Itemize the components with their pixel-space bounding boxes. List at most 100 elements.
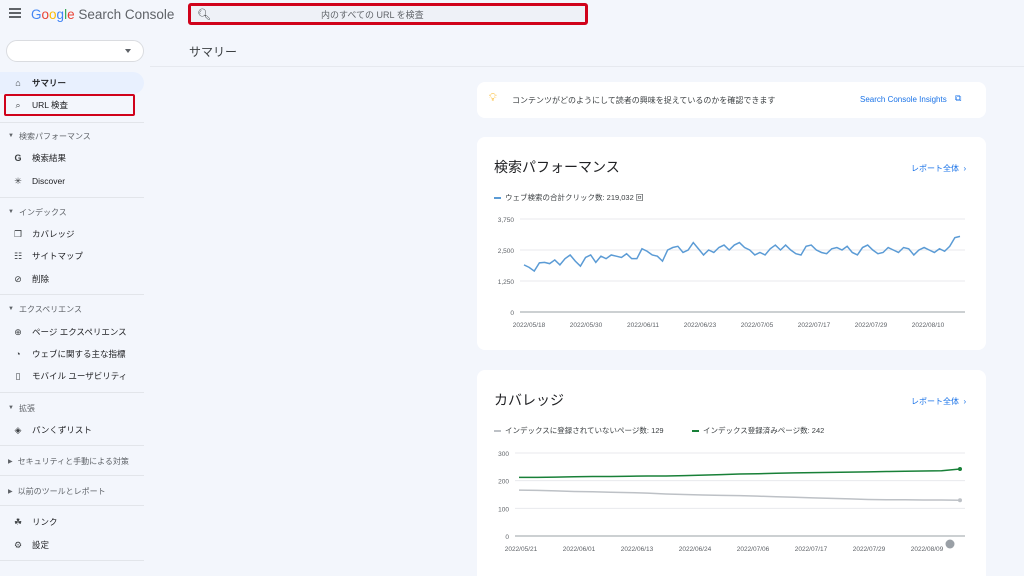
- collapse-arrow-icon: ▼: [8, 306, 14, 312]
- section-title: 検索パフォーマンス: [18, 131, 91, 141]
- pages-icon: ❐: [13, 228, 23, 239]
- x-tick-label: 2022/06/13: [621, 546, 654, 553]
- sidebar-item-url-inspection[interactable]: ⌕ URL 検査: [4, 94, 135, 116]
- x-tick-label: 2022/06/24: [679, 546, 712, 553]
- x-tick-label: 2022/06/11: [627, 322, 659, 329]
- y-tick-label: 300: [498, 451, 509, 458]
- y-tick-label: 1,250: [498, 279, 515, 286]
- x-tick-label: 2022/07/17: [795, 546, 828, 553]
- sidebar-item-label: ページ エクスペリエンス: [32, 327, 127, 337]
- section-legacy-tools[interactable]: ▶ 以前のツールとレポート: [0, 482, 144, 500]
- home-icon: ⌂: [15, 78, 21, 88]
- sidebar-item-page-experience[interactable]: ⊕ ページ エクスペリエンス: [0, 321, 144, 343]
- section-title: エクスペリエンス: [18, 304, 82, 314]
- performance-chart: 3,750 2,500 1,250 0 2022/05/18 2022/05/30 2022…: [498, 217, 965, 329]
- x-tick-label: 2022/07/05: [741, 322, 774, 329]
- property-selector[interactable]: [6, 40, 144, 62]
- gear-icon: ⚙: [13, 539, 23, 550]
- section-title: 拡張: [18, 403, 35, 413]
- section-enhancements[interactable]: ▼ 拡張: [0, 399, 144, 417]
- series-line: [518, 489, 961, 502]
- speed-icon: ◔: [15, 349, 21, 359]
- sidebar-item-label: パンくずリスト: [32, 425, 92, 435]
- collapse-arrow-icon: ▼: [8, 133, 14, 139]
- x-tick-label: 2022/05/30: [570, 322, 603, 329]
- series-end-point: [958, 467, 962, 472]
- asterisk-icon: ✳: [14, 175, 22, 186]
- x-tick-label: 2022/05/21: [505, 546, 538, 553]
- page-title: サマリー: [189, 45, 238, 59]
- insights-text: コンテンツがどのようにして読者の興味を捉えているのかを確認できます: [512, 96, 776, 105]
- section-security[interactable]: ▶ セキュリティと手動による対策: [0, 452, 144, 470]
- expand-arrow-icon: ▶: [8, 458, 13, 465]
- hamburger-menu-icon[interactable]: [9, 8, 21, 18]
- sidebar-item-label: カバレッジ: [32, 229, 75, 239]
- section-search-performance[interactable]: ▼ 検索パフォーマンス: [0, 127, 144, 145]
- x-tick-label: 2022/05/18: [513, 322, 546, 329]
- sidebar-item-settings[interactable]: ⚙ 設定: [0, 534, 144, 556]
- annotation-marker-icon: [945, 539, 955, 549]
- coverage-chart: 300 200 100 0 2022/05/21 2022/06/01 2022/06/13…: [498, 451, 965, 553]
- section-title: 以前のツールとレポート: [17, 486, 106, 496]
- search-icon: 🔍︎: [197, 9, 211, 21]
- sidebar-item-discover[interactable]: ✳ Discover: [0, 170, 144, 192]
- collapse-arrow-icon: ▼: [8, 209, 14, 215]
- coverage-card: カバレッジ レポート全体 › インデックスに登録されていないページ数: 129 …: [477, 370, 986, 576]
- sitemap-icon: ☷: [13, 250, 23, 261]
- network-icon: ☘: [13, 516, 23, 527]
- plus-circle-icon: ⊕: [14, 326, 22, 337]
- x-tick-label: 2022/08/10: [912, 322, 945, 329]
- sidebar-item-label: ウェブに関する主な指標: [32, 349, 126, 359]
- phone-icon: ▯: [15, 370, 21, 381]
- app-logo[interactable]: Google Search Console: [31, 7, 174, 22]
- sidebar-item-label: リンク: [32, 517, 58, 527]
- sidebar-item-label: モバイル ユーザビリティ: [32, 371, 128, 381]
- sidebar: ⌂ サマリー ⌕ URL 検査 ▼ 検索パフォーマンス G 検索結果 ✳ Dis…: [0, 30, 150, 576]
- sidebar-item-search-results[interactable]: G 検索結果: [0, 147, 144, 169]
- x-tick-label: 2022/06/01: [563, 546, 596, 553]
- search-placeholder: 内のすべての URL を検査: [321, 10, 424, 20]
- expand-arrow-icon: ▶: [8, 488, 13, 495]
- sidebar-item-sitemaps[interactable]: ☷ サイトマップ: [0, 245, 144, 267]
- sidebar-item-links[interactable]: ☘ リンク: [0, 511, 144, 533]
- external-link-icon[interactable]: ⧉: [955, 93, 961, 104]
- sidebar-item-mobile-usability[interactable]: ▯ モバイル ユーザビリティ: [0, 365, 144, 387]
- eye-off-icon: ⊘: [14, 273, 22, 284]
- y-tick-label: 2,500: [498, 248, 515, 255]
- sidebar-item-breadcrumbs[interactable]: ◈ パンくずリスト: [0, 419, 144, 441]
- sidebar-item-label: サマリー: [32, 78, 67, 88]
- search-console-insights-link[interactable]: Search Console Insights: [860, 95, 947, 104]
- series-line: [519, 468, 961, 479]
- y-tick-label: 100: [498, 506, 509, 513]
- performance-card: 検索パフォーマンス レポート全体 › ウェブ検索の合計クリック数: 219,03…: [477, 137, 986, 350]
- url-inspection-search-input[interactable]: 🔍︎ 内のすべての URL を検査: [188, 3, 588, 25]
- y-tick-label: 0: [510, 310, 514, 317]
- y-tick-label: 0: [505, 534, 509, 541]
- x-tick-label: 2022/08/09: [911, 546, 944, 553]
- chevron-down-icon: [125, 49, 131, 53]
- sidebar-item-label: 検索結果: [32, 153, 67, 163]
- layers-icon: ◈: [14, 424, 22, 435]
- x-tick-label: 2022/07/17: [798, 322, 831, 329]
- y-tick-label: 3,750: [498, 217, 515, 224]
- y-tick-label: 200: [498, 479, 509, 486]
- google-g-icon: G: [14, 153, 22, 163]
- collapse-arrow-icon: ▼: [8, 405, 14, 411]
- section-title: セキュリティと手動による対策: [17, 456, 129, 466]
- x-tick-label: 2022/07/29: [853, 546, 886, 553]
- sidebar-item-label: サイトマップ: [32, 251, 84, 261]
- sidebar-item-removals[interactable]: ⊘ 削除: [0, 268, 144, 290]
- insights-banner: 💡︎ コンテンツがどのようにして読者の興味を捉えているのかを確認できます Sea…: [477, 82, 986, 118]
- sidebar-item-coverage[interactable]: ❐ カバレッジ: [0, 223, 144, 245]
- sidebar-item-summary[interactable]: ⌂ サマリー: [0, 72, 144, 94]
- section-index[interactable]: ▼ インデックス: [0, 203, 144, 221]
- series-end-point: [958, 498, 962, 503]
- sidebar-item-core-web-vitals[interactable]: ◔ ウェブに関する主な指標: [0, 343, 144, 365]
- title-divider: [150, 66, 1024, 67]
- section-title: インデックス: [18, 207, 67, 217]
- section-experience[interactable]: ▼ エクスペリエンス: [0, 300, 144, 318]
- x-tick-label: 2022/06/23: [684, 322, 717, 329]
- x-tick-label: 2022/07/06: [737, 546, 770, 553]
- series-line: [523, 235, 961, 273]
- top-bar: Google Search Console 🔍︎ 内のすべての URL を検査: [0, 0, 1024, 30]
